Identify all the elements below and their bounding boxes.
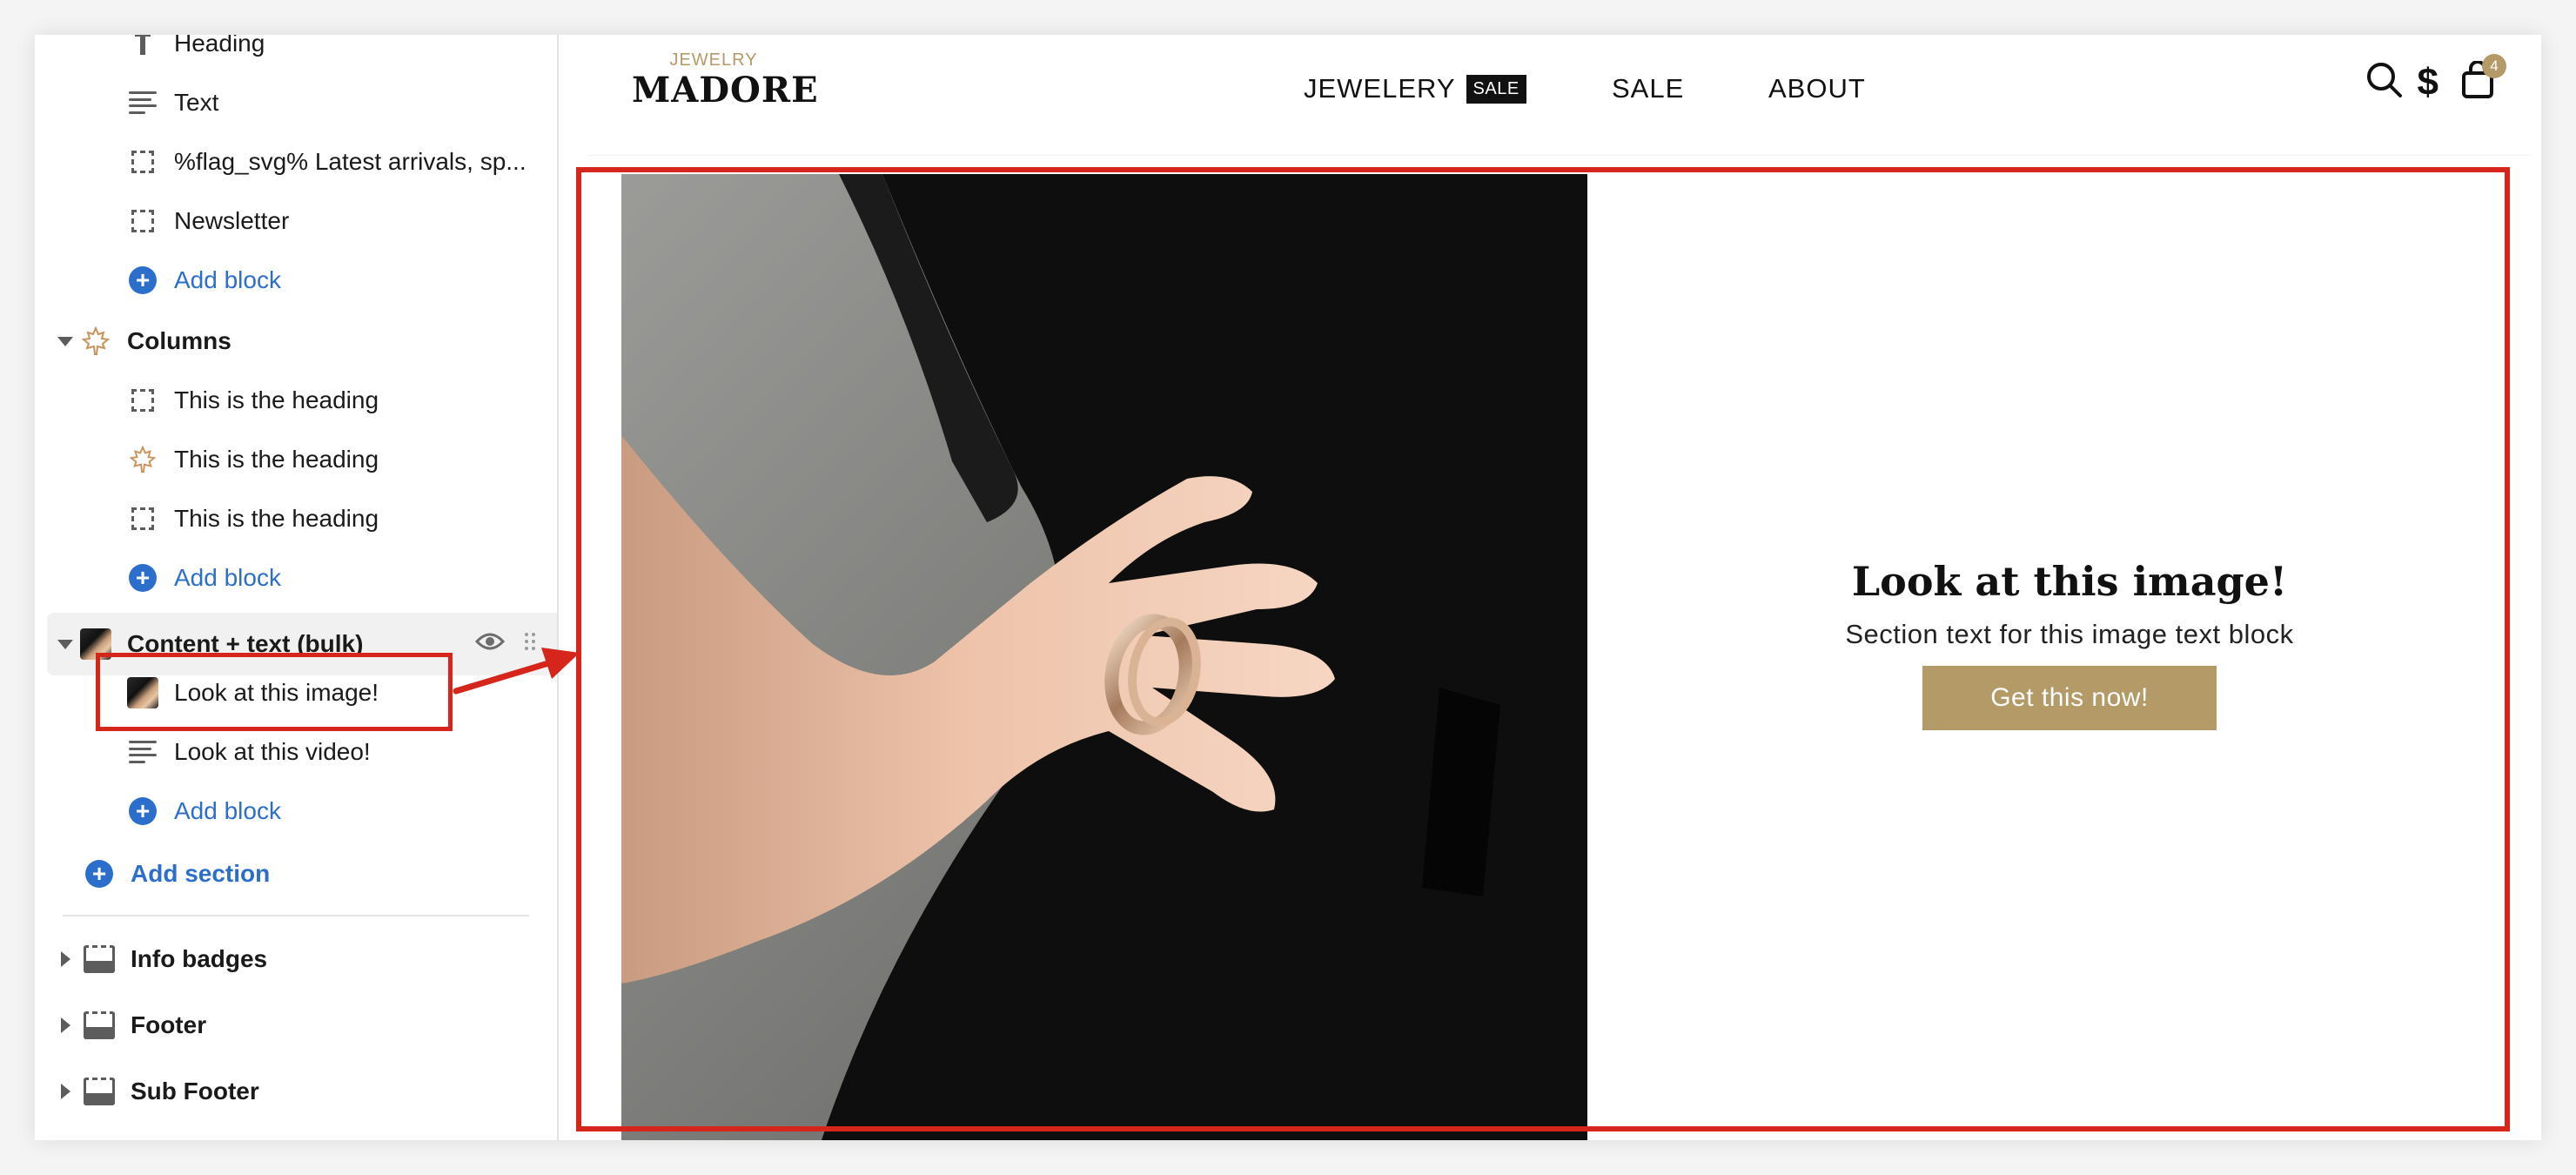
- sidebar-block-flag[interactable]: %flag_svg% Latest arrivals, sp...: [35, 132, 557, 191]
- nav-item-about[interactable]: ABOUT: [1768, 73, 1866, 104]
- section-label: Sub Footer: [131, 1078, 259, 1104]
- chevron-down-icon[interactable]: [57, 640, 73, 649]
- sidebar-block-label: Newsletter: [174, 207, 290, 234]
- section-icon: [84, 1076, 115, 1107]
- add-block-button[interactable]: + Add block: [35, 251, 557, 310]
- maple-leaf-icon: [80, 326, 111, 357]
- sidebar-block-column-1[interactable]: This is the heading: [35, 371, 557, 430]
- arrow-icon: [453, 648, 580, 695]
- sale-badge: SALE: [1466, 74, 1526, 104]
- sidebar-block-label: This is the heading: [174, 446, 379, 473]
- sidebar-block-label: Heading: [174, 35, 265, 57]
- search-icon[interactable]: [2365, 61, 2404, 104]
- sidebar: Heading Text %flag_svg% Latest arrivals,…: [35, 35, 559, 1140]
- sidebar-block-label: Text: [174, 89, 219, 116]
- sidebar-block-heading[interactable]: Heading: [35, 35, 557, 73]
- hero-subtitle: Section text for this image text block: [1845, 619, 2294, 649]
- store-preview: JEWELRY MADORE JEWELERY SALE SALE ABOUT …: [587, 35, 2531, 1140]
- dashed-block-icon: [127, 205, 158, 237]
- divider: [63, 915, 529, 916]
- add-block-label: Add block: [174, 266, 281, 293]
- sidebar-block-newsletter[interactable]: Newsletter: [35, 191, 557, 251]
- section-label: Info badges: [131, 945, 268, 972]
- dashed-block-icon: [127, 503, 158, 534]
- chevron-down-icon[interactable]: [57, 337, 73, 346]
- sidebar-block-text[interactable]: Text: [35, 73, 557, 132]
- add-block-label: Add block: [174, 564, 281, 591]
- sidebar-block-label: This is the heading: [174, 386, 379, 413]
- hero-title: Look at this image!: [1851, 558, 2288, 605]
- plus-circle-icon: +: [127, 562, 158, 594]
- heading-icon: [127, 35, 158, 59]
- store-logo[interactable]: MADORE: [632, 70, 819, 111]
- sidebar-block-column-2[interactable]: This is the heading: [35, 430, 557, 489]
- currency-dollar-icon[interactable]: $: [2418, 63, 2438, 102]
- add-block-button[interactable]: + Add block: [35, 548, 557, 608]
- add-section-label: Add section: [131, 860, 271, 887]
- section-icon: [84, 943, 115, 975]
- text-lines-icon: [127, 736, 158, 768]
- sidebar-section-footer[interactable]: Footer: [35, 996, 557, 1055]
- chevron-right-icon[interactable]: [61, 1017, 70, 1033]
- add-block-button[interactable]: + Add block: [35, 782, 557, 841]
- dashed-block-icon: [127, 385, 158, 416]
- hero-image: [621, 174, 1587, 1140]
- plus-circle-icon: +: [127, 265, 158, 296]
- store-header: JEWELRY MADORE JEWELERY SALE SALE ABOUT …: [587, 35, 2531, 156]
- section-icon: [84, 1010, 115, 1041]
- chevron-right-icon[interactable]: [61, 1084, 70, 1099]
- nav-label: ABOUT: [1768, 73, 1866, 104]
- editor-window: Heading Text %flag_svg% Latest arrivals,…: [35, 35, 2541, 1140]
- nav-label: JEWELERY: [1304, 73, 1456, 104]
- cart-count-badge: 4: [2482, 54, 2506, 78]
- logo-subtitle: JEWELRY: [669, 50, 758, 70]
- nav-item-jewelery[interactable]: JEWELERY SALE: [1304, 73, 1526, 104]
- sidebar-block-label: %flag_svg% Latest arrivals, sp...: [174, 148, 527, 175]
- get-this-now-button[interactable]: Get this now!: [1922, 666, 2217, 730]
- add-block-label: Add block: [174, 797, 281, 824]
- sidebar-block-video[interactable]: Look at this video!: [35, 722, 557, 782]
- nav-label: SALE: [1612, 73, 1685, 104]
- hero-text-panel: Look at this image! Section text for thi…: [1587, 174, 2531, 1140]
- add-section-button[interactable]: + Add section: [35, 844, 557, 903]
- text-lines-icon: [127, 87, 158, 118]
- sidebar-block-label: Look at this video!: [174, 738, 371, 765]
- nav-item-sale[interactable]: SALE: [1612, 73, 1684, 104]
- sidebar-section-columns[interactable]: Columns: [35, 312, 557, 371]
- plus-circle-icon: +: [84, 858, 115, 890]
- section-label: Footer: [131, 1011, 207, 1038]
- chevron-right-icon[interactable]: [61, 951, 70, 967]
- sidebar-section-info-badges[interactable]: Info badges: [35, 930, 557, 989]
- sidebar-section-sub-footer[interactable]: Sub Footer: [35, 1062, 557, 1121]
- header-icons: $ 4: [2365, 54, 2506, 104]
- sidebar-block-column-3[interactable]: This is the heading: [35, 489, 557, 548]
- dashed-block-icon: [127, 146, 158, 178]
- cart-icon[interactable]: 4: [2461, 54, 2506, 104]
- maple-leaf-icon: [127, 444, 158, 475]
- plus-circle-icon: +: [127, 796, 158, 827]
- section-label: Columns: [127, 327, 231, 354]
- sidebar-block-label: This is the heading: [174, 505, 379, 532]
- highlight-box-small: [96, 653, 453, 731]
